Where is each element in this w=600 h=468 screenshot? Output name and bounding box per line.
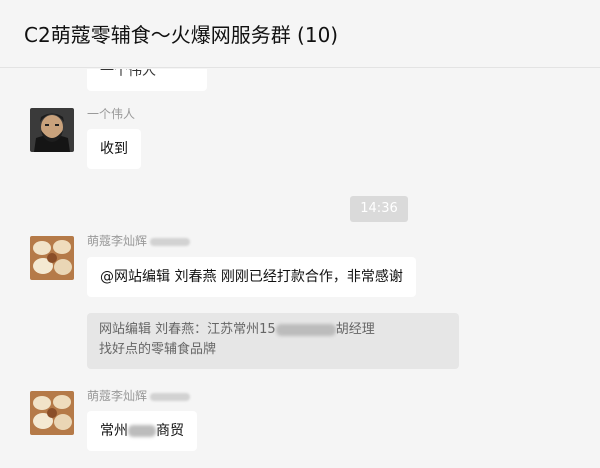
message-list[interactable]: 一个伟人 一个伟人 收到 14:36 萌蔻李灿辉 @网站编辑 刘春燕 刚刚已经打… bbox=[0, 69, 600, 468]
redacted-id bbox=[150, 237, 191, 246]
redacted-phone bbox=[275, 323, 336, 336]
sender-name: 萌蔻李灿辉 bbox=[87, 232, 191, 249]
time-divider: 14:36 bbox=[350, 196, 408, 222]
avatar-image-portrait bbox=[30, 108, 74, 152]
avatar-user-3[interactable] bbox=[30, 391, 74, 435]
message-text: 收到 bbox=[100, 141, 128, 157]
message-bubble-partial[interactable]: 一个伟人 bbox=[87, 69, 207, 91]
message-bubble[interactable]: 常州 商贸 bbox=[87, 411, 197, 451]
sender-name: 萌蔻李灿辉 bbox=[87, 387, 191, 404]
message-bubble[interactable]: 收到 bbox=[87, 129, 141, 169]
message-bubble[interactable]: @网站编辑 刘春燕 刚刚已经打款合作，非常感谢 bbox=[87, 257, 416, 297]
message-text: 商贸 bbox=[156, 423, 184, 439]
avatar-user-1[interactable] bbox=[30, 108, 74, 152]
quote-line-1: 网站编辑 刘春燕：江苏常州15 胡经理 bbox=[99, 322, 375, 337]
quote-line-2: 找好点的零辅食品牌 bbox=[99, 342, 217, 357]
redacted-company bbox=[128, 425, 156, 437]
quoted-message[interactable]: 网站编辑 刘春燕：江苏常州15 胡经理 找好点的零辅食品牌 bbox=[87, 313, 459, 369]
sender-name: 一个伟人 bbox=[87, 107, 136, 121]
avatar-image-food bbox=[30, 236, 74, 280]
message-text: 常州 bbox=[100, 423, 128, 439]
redacted-id bbox=[150, 392, 191, 401]
message-text-partial: 一个伟人 bbox=[100, 69, 156, 79]
chat-header: C2萌蔻零辅食～火爆网服务群 (10) bbox=[0, 0, 600, 68]
avatar-image-food bbox=[30, 391, 74, 435]
chat-title: C2萌蔻零辅食～火爆网服务群 (10) bbox=[24, 23, 339, 47]
message-text: @网站编辑 刘春燕 刚刚已经打款合作，非常感谢 bbox=[100, 269, 403, 285]
avatar-user-2[interactable] bbox=[30, 236, 74, 280]
